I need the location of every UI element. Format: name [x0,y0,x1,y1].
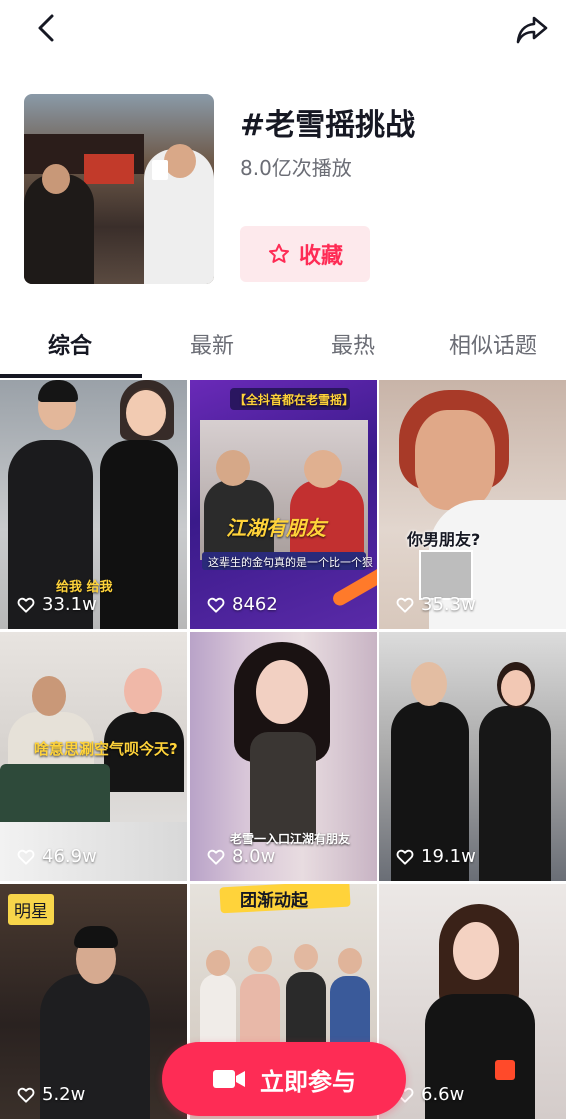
like-count-value: 8462 [232,594,278,615]
topic-cover-image[interactable] [24,94,214,284]
tab-comprehensive[interactable]: 综合 [48,328,92,360]
collect-button[interactable]: 收藏 [240,226,370,282]
heart-icon [396,849,414,865]
video-caption: 啥意思涮空气呗今天? [34,740,178,758]
like-count: 33.1w [16,594,97,615]
video-subcaption: 这辈生的金句真的是一个比一个狠 [208,556,373,569]
video-card[interactable]: 6.6w [379,884,566,1119]
tab-hottest[interactable]: 最热 [331,328,375,360]
heart-icon [17,849,35,865]
like-count-value: 33.1w [42,594,97,615]
video-camera-icon [213,1070,245,1088]
heart-icon [17,597,35,613]
tab-latest[interactable]: 最新 [190,328,234,360]
topic-title: #老雪摇挑战 [240,108,416,143]
video-card[interactable]: 啥意思涮空气呗今天? 46.9w [0,632,187,881]
tab-similar-topics[interactable]: 相似话题 [449,328,537,360]
video-card[interactable]: 明星 5.2w [0,884,187,1119]
join-now-button[interactable]: 立即参与 [162,1042,406,1116]
like-count-value: 19.1w [421,846,476,867]
heart-icon [207,849,225,865]
like-count-value: 46.9w [42,846,97,867]
video-caption: 老雪一入口江湖有朋友 [230,832,351,846]
topic-header: #老雪摇挑战 8.0亿次播放 收藏 [0,90,566,290]
like-count: 8.0w [206,846,275,867]
like-count: 35.3w [395,594,476,615]
video-top-caption: 【全抖音都在老雪摇】 [234,393,355,407]
heart-icon [17,1087,35,1103]
play-count: 8.0亿次播放 [240,156,352,180]
video-card[interactable]: 老雪一入口江湖有朋友 8.0w [190,632,377,881]
like-count: 5.2w [16,1084,85,1105]
video-caption: 给我 给我 [56,580,113,595]
video-card[interactable]: 你男朋友? 35.3w [379,380,566,629]
collect-label: 收藏 [298,244,343,269]
back-arrow-icon[interactable] [30,10,66,46]
active-tab-indicator [0,374,142,378]
like-count-value: 35.3w [421,594,476,615]
like-count: 19.1w [395,846,476,867]
like-count-value: 5.2w [42,1084,86,1105]
like-count: 6.6w [395,1084,464,1105]
video-card[interactable]: 【全抖音都在老雪摇】 江湖有朋友 这辈生的金句真的是一个比一个狠 8462 [190,380,377,629]
join-now-label: 立即参与 [260,1067,356,1096]
video-caption: 你男朋友? [407,530,481,549]
top-bar [0,0,566,62]
video-card[interactable]: 19.1w [379,632,566,881]
video-caption: 江湖有朋友 [226,516,326,540]
video-card[interactable]: 给我 给我 33.1w [0,380,187,629]
heart-icon [396,597,414,613]
video-top-caption: 团渐动起 [240,891,308,911]
like-count: 8462 [206,594,278,615]
star-icon [268,243,289,263]
share-arrow-icon[interactable] [512,10,552,50]
tab-bar: 综合 最新 最热 相似话题 [0,318,566,378]
heart-icon [207,597,225,613]
celebrity-badge: 明星 [8,894,54,925]
like-count-value: 8.0w [232,846,276,867]
like-count: 46.9w [16,846,97,867]
like-count-value: 6.6w [421,1084,465,1105]
video-grid: 给我 给我 33.1w 【全抖音都在老雪摇】 江湖有朋友 这辈生的金句真的是一个… [0,380,566,1119]
